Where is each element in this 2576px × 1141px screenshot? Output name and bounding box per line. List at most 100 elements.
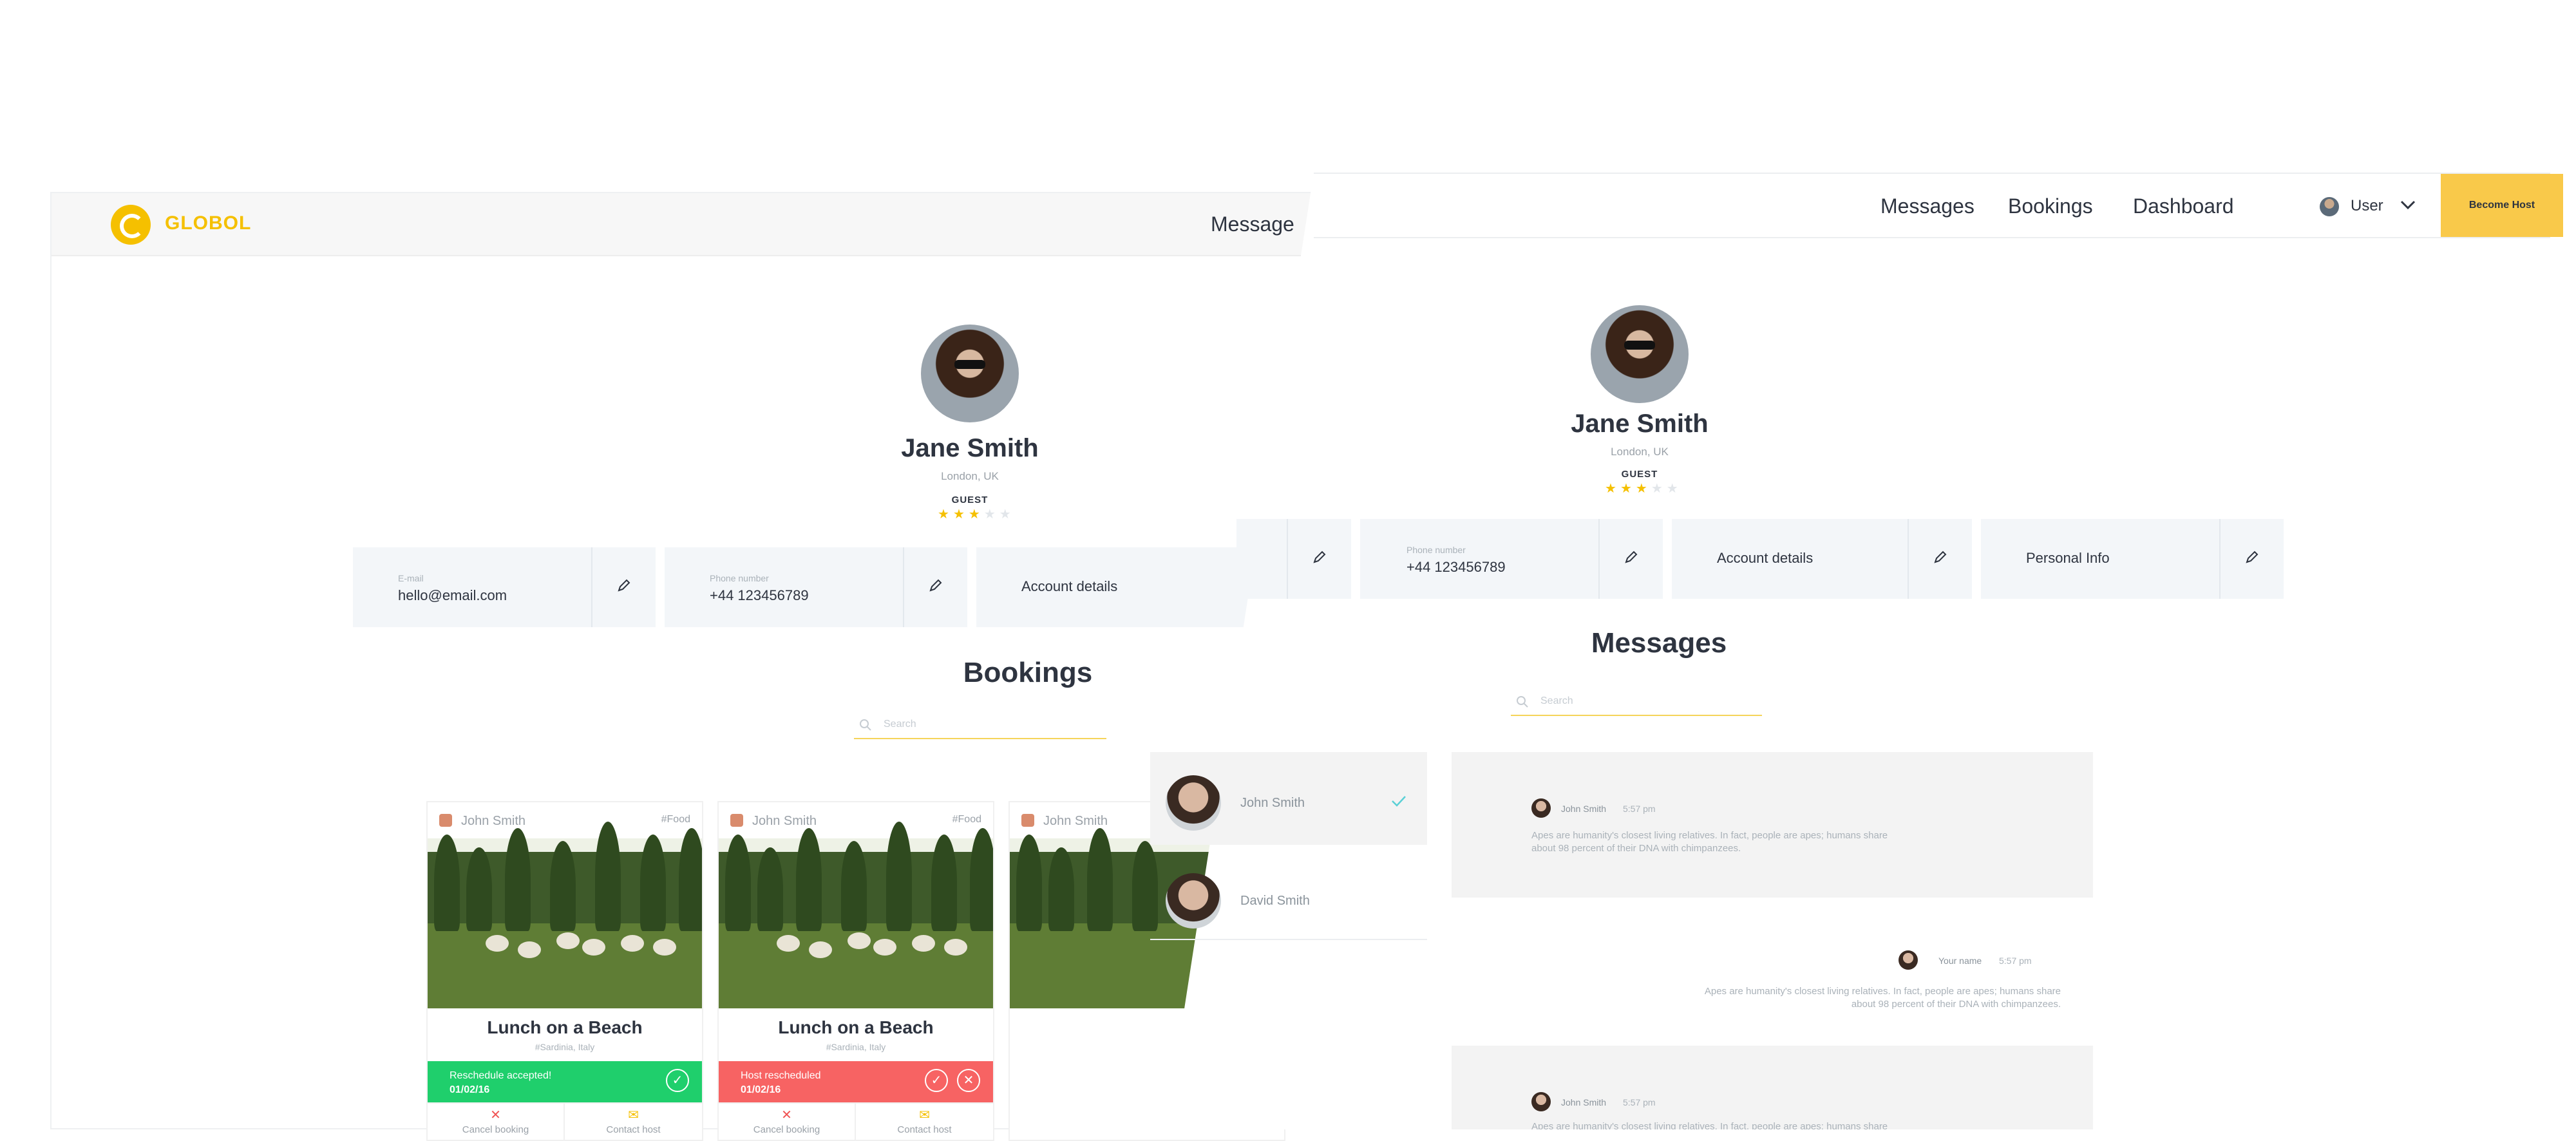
- search-icon: [860, 719, 871, 731]
- edit-personal-info-button[interactable]: [2219, 519, 2284, 599]
- profile-role: GUEST: [951, 495, 989, 505]
- booking-status: Host rescheduled 01/02/16 ✓ ✕: [719, 1061, 993, 1102]
- nav-messages[interactable]: Messages: [1880, 194, 1975, 218]
- star-icon: ★: [938, 507, 953, 522]
- status-date: 01/02/16: [741, 1084, 781, 1095]
- pencil-icon: [2246, 551, 2259, 563]
- message-time: 5:57 pm: [1999, 956, 2032, 966]
- booking-actions: ✕ Cancel booking ✉ Contact host: [719, 1102, 993, 1140]
- star-icon: ★: [983, 507, 999, 522]
- booking-host-row: John Smith #Food: [428, 802, 702, 838]
- messages-title: Messages: [1591, 627, 1727, 659]
- contact-host-button[interactable]: ✉ Contact host: [565, 1104, 702, 1140]
- message-avatar: [1531, 1092, 1551, 1111]
- contact-avatar: [1166, 873, 1221, 929]
- host-avatar: [730, 814, 743, 827]
- message-author: John Smith: [1561, 804, 1607, 814]
- contact-host-button[interactable]: ✉ Contact host: [856, 1104, 993, 1140]
- decline-close-icon[interactable]: ✕: [957, 1069, 980, 1092]
- profile-location: London, UK: [1611, 446, 1669, 458]
- personal-info-card[interactable]: Personal Info: [1981, 519, 2284, 599]
- star-icon: ★: [1666, 482, 1682, 496]
- booking-card[interactable]: John Smith #Food Lunch on a Beach #Sardi…: [717, 801, 994, 1141]
- star-icon: ★: [952, 507, 969, 522]
- edit-phone-button[interactable]: [1598, 519, 1663, 599]
- account-details-title: Account details: [1717, 550, 1814, 566]
- email-label: E-mail: [398, 573, 424, 583]
- profile-avatar: [1591, 305, 1689, 403]
- globol-logo-icon[interactable]: [111, 205, 151, 245]
- check-icon: [1392, 796, 1406, 807]
- email-card: [1236, 519, 1351, 599]
- star-icon: ★: [999, 507, 1015, 522]
- email-card: E-mail hello@email.com: [353, 547, 656, 627]
- message-avatar: [1899, 950, 1918, 970]
- user-avatar: [2320, 197, 2339, 216]
- message-author: Your name: [1938, 956, 1982, 966]
- profile-avatar: [921, 325, 1019, 422]
- phone-value: +44 123456789: [710, 587, 809, 603]
- booking-photo: [428, 822, 702, 1008]
- nav-bookings[interactable]: Bookings: [2008, 194, 2093, 218]
- profile-name: Jane Smith: [1571, 410, 1709, 438]
- become-host-button[interactable]: Become Host: [2441, 174, 2563, 237]
- search-placeholder: Search: [884, 719, 916, 730]
- edit-phone-button[interactable]: [903, 547, 967, 627]
- star-icon: ★: [1605, 482, 1620, 496]
- booking-actions: ✕ Cancel booking ✉ Contact host: [428, 1102, 702, 1140]
- envelope-icon: ✉: [919, 1108, 930, 1122]
- search-icon: [1517, 696, 1528, 708]
- phone-card: Phone number +44 123456789: [1360, 519, 1663, 599]
- accept-check-icon[interactable]: ✓: [666, 1069, 689, 1092]
- star-icon: ★: [1635, 482, 1651, 496]
- edit-account-details-button[interactable]: [1908, 519, 1972, 599]
- pencil-icon: [1313, 551, 1326, 563]
- brand-name[interactable]: GLOBOL: [165, 212, 251, 234]
- nav-dashboard[interactable]: Dashboard: [2133, 194, 2234, 218]
- star-icon: ★: [1651, 482, 1667, 496]
- envelope-icon: ✉: [628, 1108, 639, 1122]
- cancel-booking-button[interactable]: ✕ Cancel booking: [428, 1104, 565, 1140]
- booking-title: Lunch on a Beach: [778, 1017, 934, 1037]
- status-text: Reschedule accepted!: [450, 1070, 552, 1081]
- account-details-card[interactable]: Account details: [1672, 519, 1972, 599]
- front-screen: Messages Bookings Dashboard User Become …: [1150, 173, 2576, 1129]
- search-placeholder: Search: [1540, 695, 1573, 706]
- booking-card[interactable]: John Smith #Food Lunch on a Beach #Sardi…: [426, 801, 703, 1141]
- close-icon: ✕: [781, 1108, 792, 1122]
- email-value: hello@email.com: [398, 587, 507, 603]
- nav-messages[interactable]: Message: [1211, 212, 1294, 236]
- message-avatar: [1531, 798, 1551, 818]
- message-bubble: John Smith 5:57 pm Apes are humanity's c…: [1452, 752, 2093, 898]
- contact-name: John Smith: [1240, 796, 1305, 810]
- messages-search-input[interactable]: Search: [1511, 690, 1762, 716]
- conversation-item[interactable]: David Smith: [1150, 847, 1427, 940]
- close-icon: ✕: [490, 1108, 501, 1122]
- message-time: 5:57 pm: [1623, 804, 1656, 814]
- booking-location: #Sardinia, Italy: [826, 1042, 886, 1052]
- booking-host-row: John Smith #Food: [719, 802, 993, 838]
- profile-role: GUEST: [1621, 469, 1658, 480]
- account-details-card[interactable]: Account details: [976, 547, 1279, 627]
- phone-label: Phone number: [710, 573, 769, 583]
- conversation-item[interactable]: John Smith: [1150, 752, 1427, 845]
- message-bubble: John Smith 5:57 pm Apes are humanity's c…: [1452, 1046, 2093, 1129]
- host-name: John Smith: [752, 814, 817, 828]
- message-text: Apes are humanity's closest living relat…: [1704, 986, 2061, 1010]
- cancel-booking-button[interactable]: ✕ Cancel booking: [719, 1104, 856, 1140]
- header: Messages Bookings Dashboard User Become …: [1314, 173, 2563, 238]
- edit-email-button[interactable]: [1287, 519, 1351, 599]
- edit-email-button[interactable]: [591, 547, 656, 627]
- booking-tag: #Food: [952, 814, 981, 825]
- bookings-search-input[interactable]: Search: [854, 713, 1106, 739]
- personal-info-title: Personal Info: [2026, 550, 2110, 566]
- accept-check-icon[interactable]: ✓: [925, 1069, 948, 1092]
- star-icon: ★: [1620, 482, 1636, 496]
- phone-label: Phone number: [1406, 545, 1466, 555]
- contact-avatar: [1166, 775, 1221, 831]
- profile-name: Jane Smith: [901, 434, 1039, 462]
- contact-name: David Smith: [1240, 894, 1310, 908]
- bookings-title: Bookings: [963, 657, 1093, 688]
- pencil-icon: [1934, 551, 1947, 563]
- host-avatar: [1021, 814, 1034, 827]
